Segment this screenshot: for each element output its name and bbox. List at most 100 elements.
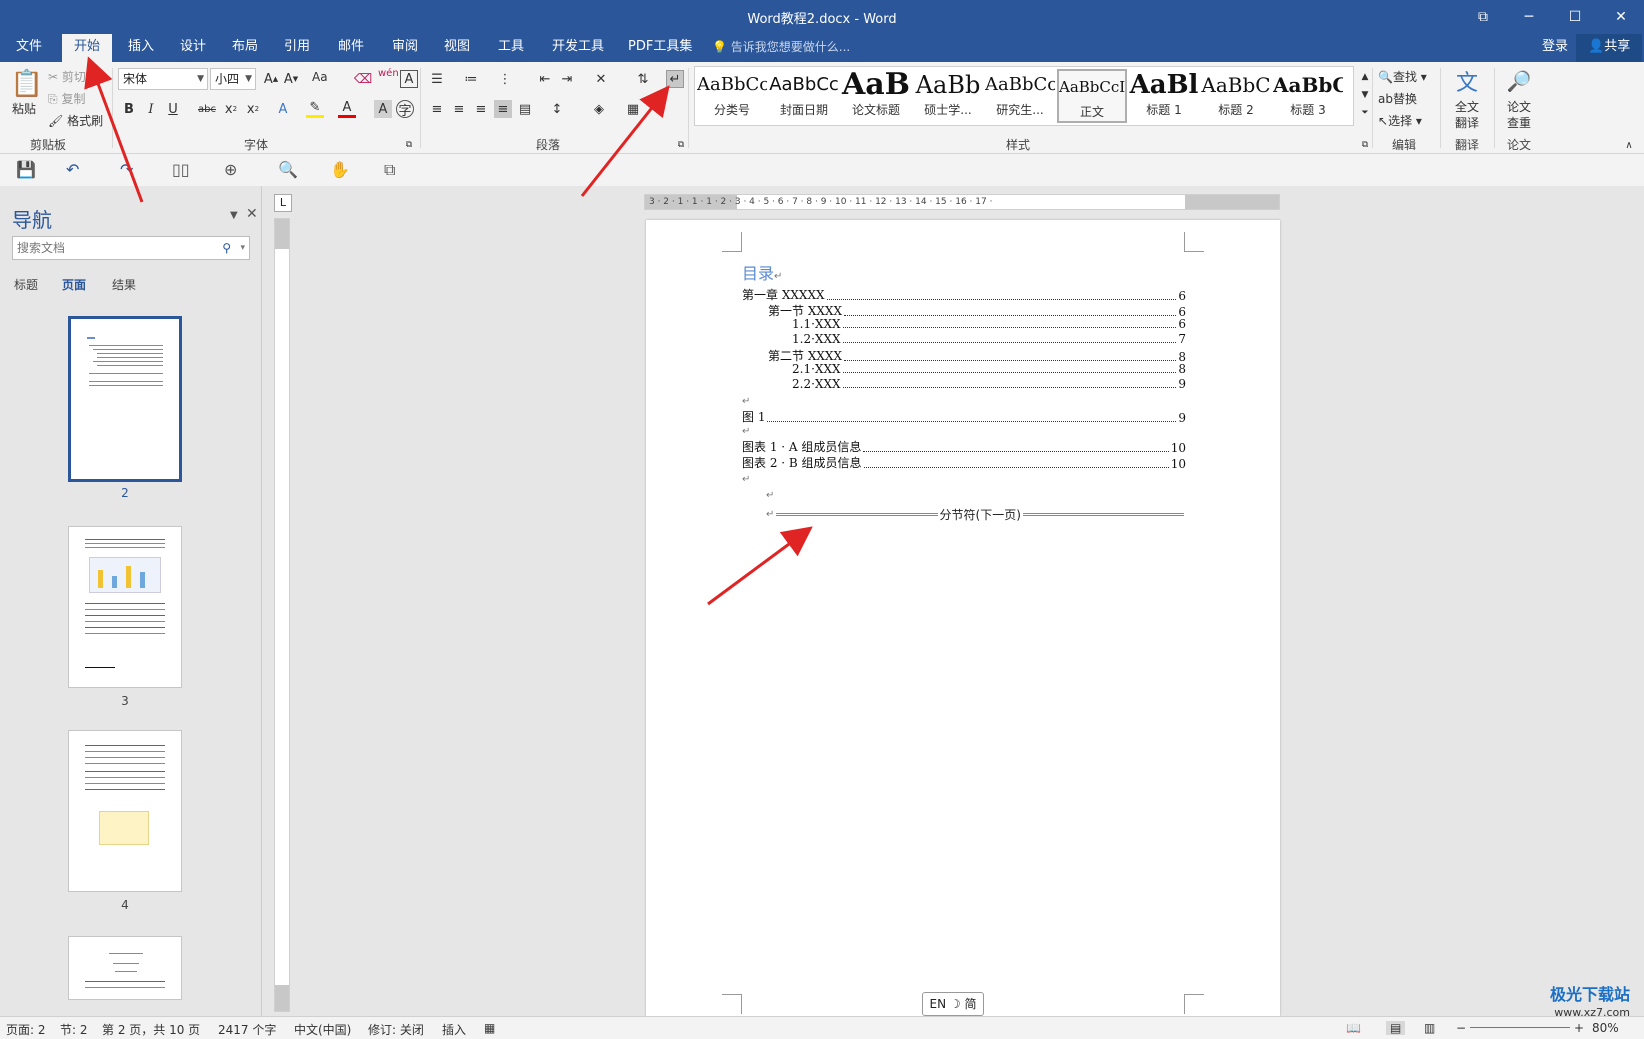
document-page[interactable]: 目录↵ 第一章 XXXXX 6 第一节 XXXX 6 1.1·XXX 6 1.2·XX… bbox=[646, 220, 1280, 1016]
section-break[interactable]: ↵ 分节符(下一页) bbox=[766, 506, 1186, 523]
two-pages-icon[interactable]: ▯▯ bbox=[172, 160, 190, 179]
decrease-indent-icon[interactable]: ⇤ bbox=[536, 70, 554, 88]
nav-tab-pages[interactable]: 页面 bbox=[62, 276, 86, 293]
page-thumbnail[interactable] bbox=[68, 316, 182, 482]
page-thumbnail[interactable] bbox=[68, 730, 182, 892]
align-center-icon[interactable]: ≡ bbox=[450, 100, 468, 118]
sort-icon[interactable]: ⇅ bbox=[634, 70, 652, 88]
status-page[interactable]: 页面: 2 bbox=[6, 1021, 46, 1038]
increase-indent-icon[interactable]: ⇥ bbox=[558, 70, 576, 88]
figure-entry[interactable]: 图 1 9 bbox=[742, 408, 1186, 425]
font-size-combo[interactable]: 小四 ▼ bbox=[210, 68, 256, 90]
tab-tools[interactable]: 工具 bbox=[486, 34, 536, 62]
style-item[interactable]: AaBbCc 研究生... bbox=[985, 69, 1055, 123]
find-button[interactable]: 🔍查找 ▾ bbox=[1378, 68, 1427, 85]
nav-search-input[interactable]: 搜索文档 ⚲ ▾ bbox=[12, 236, 250, 260]
toc-entry[interactable]: 2.1·XXX 8 bbox=[792, 362, 1186, 376]
multilevel-list-icon[interactable]: ⋮ bbox=[496, 70, 514, 88]
style-item-selected[interactable]: AaBbCcI 正文 bbox=[1057, 69, 1127, 123]
print-preview-icon[interactable]: 🔍 bbox=[278, 160, 298, 179]
status-language[interactable]: 中文(中国) bbox=[294, 1021, 351, 1038]
paper-label[interactable]: 论文 bbox=[1507, 98, 1531, 115]
style-item[interactable]: AaBbCc 封面日期 bbox=[769, 69, 839, 123]
customize-icon[interactable]: ⧉ bbox=[384, 160, 395, 180]
style-item[interactable]: AaBbC 标题 2 bbox=[1201, 69, 1271, 123]
tab-review[interactable]: 审阅 bbox=[380, 34, 430, 62]
minimize-button[interactable]: ─ bbox=[1506, 0, 1552, 34]
tab-design[interactable]: 设计 bbox=[168, 34, 218, 62]
tab-insert[interactable]: 插入 bbox=[116, 34, 166, 62]
subscript-icon[interactable]: x2 bbox=[222, 100, 240, 118]
close-button[interactable]: ✕ bbox=[1598, 0, 1644, 34]
bullets-icon[interactable]: ☰ bbox=[428, 70, 446, 88]
translate-icon[interactable]: 文 bbox=[1452, 66, 1482, 96]
char-border-icon[interactable]: A bbox=[400, 70, 418, 88]
collapse-ribbon-icon[interactable]: ∧ bbox=[1620, 136, 1638, 154]
strikethrough-icon[interactable]: abc bbox=[198, 100, 216, 118]
style-item[interactable]: AaB 论文标题 bbox=[841, 69, 911, 123]
copy-button[interactable]: ⎘ 复制 bbox=[48, 90, 85, 107]
web-layout-icon[interactable]: ⊕ bbox=[224, 160, 237, 179]
shrink-font-icon[interactable]: A ▼ bbox=[282, 70, 300, 88]
toc-entry[interactable]: 2.2·XXX 9 bbox=[792, 377, 1186, 391]
cut-button[interactable]: ✂ 剪切 bbox=[48, 68, 86, 85]
italic-icon[interactable]: I bbox=[142, 100, 160, 118]
toc-entry[interactable]: 1.2·XXX 7 bbox=[792, 332, 1186, 346]
toc-entry[interactable]: 第一章 XXXXX 6 bbox=[742, 286, 1186, 303]
line-spacing-icon[interactable]: ↕ bbox=[548, 100, 566, 118]
touch-mode-icon[interactable]: ✋ bbox=[330, 160, 350, 179]
style-item[interactable]: AaBbC 标题 3 bbox=[1273, 69, 1343, 123]
tab-developer[interactable]: 开发工具 bbox=[540, 34, 616, 62]
ime-indicator[interactable]: EN ☽ 简 bbox=[922, 992, 984, 1016]
tab-view[interactable]: 视图 bbox=[432, 34, 482, 62]
numbering-icon[interactable]: ≔ bbox=[462, 70, 480, 88]
status-words[interactable]: 2417 个字 bbox=[218, 1021, 276, 1038]
justify-icon[interactable]: ≡ bbox=[494, 100, 512, 118]
replace-button[interactable]: ab替换 bbox=[1378, 90, 1417, 107]
page-thumbnail[interactable] bbox=[68, 526, 182, 688]
undo-icon[interactable]: ↶ bbox=[66, 160, 79, 179]
close-icon[interactable]: ✕ bbox=[246, 206, 258, 222]
redo-icon[interactable]: ↷ bbox=[120, 160, 133, 179]
font-color-icon[interactable]: A bbox=[338, 100, 356, 118]
char-shading-icon[interactable]: A bbox=[374, 100, 392, 118]
format-painter-button[interactable]: 🖌 格式刷 bbox=[48, 112, 103, 129]
zoom-slider[interactable] bbox=[1470, 1027, 1570, 1028]
login-link[interactable]: 登录 bbox=[1530, 34, 1580, 62]
style-item[interactable]: AaBl 标题 1 bbox=[1129, 69, 1199, 123]
underline-icon[interactable]: U bbox=[164, 100, 182, 118]
align-left-icon[interactable]: ≡ bbox=[428, 100, 446, 118]
paste-button[interactable]: 粘贴 bbox=[12, 100, 36, 117]
translate-label[interactable]: 翻译 bbox=[1455, 114, 1479, 131]
style-item[interactable]: AaBbCc 分类号 bbox=[697, 69, 767, 123]
read-mode-icon[interactable]: 📖 bbox=[1346, 1021, 1361, 1035]
align-right-icon[interactable]: ≡ bbox=[472, 100, 490, 118]
maximize-button[interactable]: ☐ bbox=[1552, 0, 1598, 34]
change-case-button[interactable]: Aa bbox=[312, 70, 328, 84]
dialog-launcher-icon[interactable]: ⧉ bbox=[400, 136, 418, 154]
full-text-label[interactable]: 全文 bbox=[1455, 98, 1479, 115]
print-layout-icon[interactable]: ▤ bbox=[1386, 1021, 1406, 1035]
enclose-char-icon[interactable]: 字 bbox=[396, 100, 414, 119]
bold-icon[interactable]: B bbox=[120, 100, 138, 118]
status-page-of[interactable]: 第 2 页，共 10 页 bbox=[102, 1021, 200, 1038]
tab-layout[interactable]: 布局 bbox=[220, 34, 270, 62]
select-button[interactable]: ↖选择 ▾ bbox=[1378, 112, 1422, 129]
status-revision[interactable]: 修订: 关闭 bbox=[368, 1021, 424, 1038]
tab-pdf-tools[interactable]: PDF工具集 bbox=[616, 34, 704, 62]
style-item[interactable]: AaBb 硕士学... bbox=[913, 69, 983, 123]
nav-options-icon[interactable]: ▼ bbox=[230, 210, 238, 221]
text-effects-icon[interactable]: A bbox=[274, 100, 292, 118]
borders-icon[interactable]: ▦ bbox=[624, 100, 642, 118]
web-layout-icon[interactable]: ▥ bbox=[1424, 1021, 1435, 1035]
tab-mailings[interactable]: 邮件 bbox=[326, 34, 376, 62]
nav-tab-results[interactable]: 结果 bbox=[112, 276, 136, 293]
status-insert[interactable]: 插入 bbox=[442, 1021, 466, 1038]
share-button[interactable]: 👤共享 bbox=[1576, 34, 1643, 62]
check-label[interactable]: 查重 bbox=[1507, 114, 1531, 131]
table-entry[interactable]: 图表 2 · B 组成员信息 10 bbox=[742, 454, 1186, 471]
paste-icon[interactable]: 📋 bbox=[11, 68, 43, 100]
tab-references[interactable]: 引用 bbox=[272, 34, 322, 62]
toc-entry[interactable]: 1.1·XXX 6 bbox=[792, 317, 1186, 331]
distributed-icon[interactable]: ▤ bbox=[516, 100, 534, 118]
